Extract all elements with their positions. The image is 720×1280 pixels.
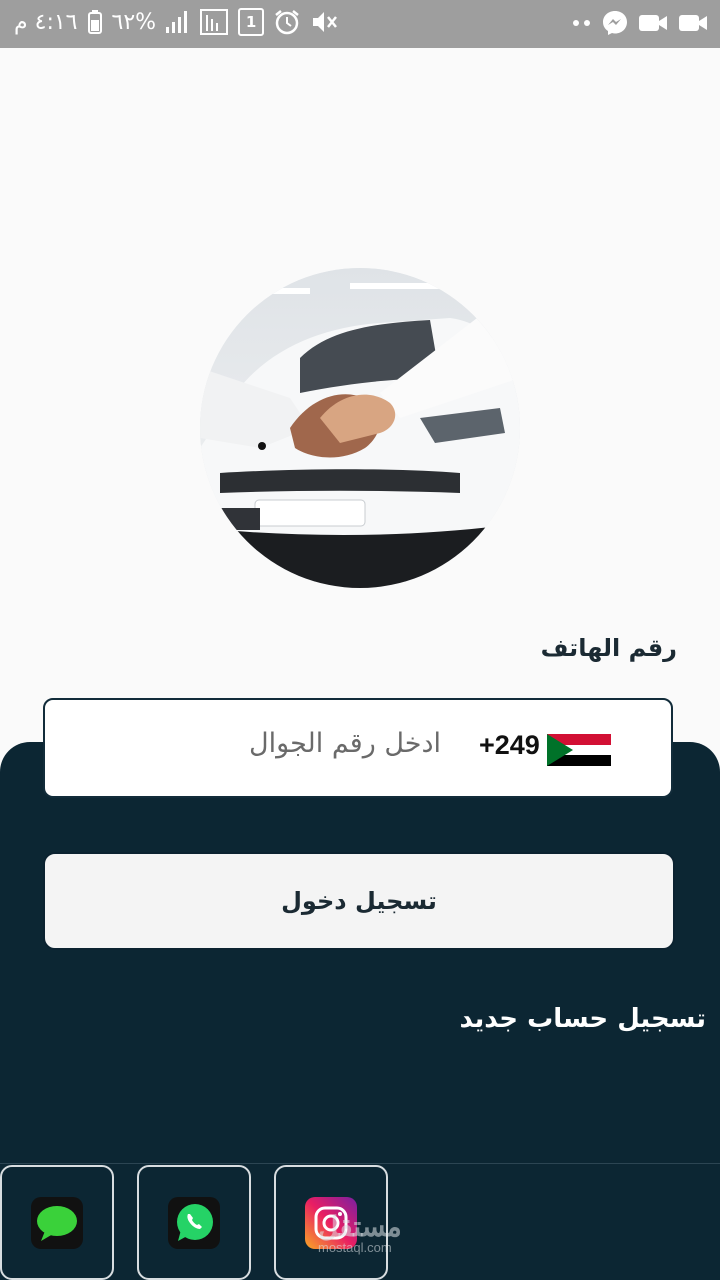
whatsapp-icon xyxy=(168,1196,220,1249)
sudan-flag-icon[interactable] xyxy=(547,734,611,766)
country-code[interactable]: +249 xyxy=(479,730,540,761)
register-link[interactable]: تسجيل حساب جديد xyxy=(459,1004,706,1034)
phone-label: رقم الهاتف xyxy=(540,634,677,662)
data-icon xyxy=(200,9,229,35)
dots-icon xyxy=(572,19,592,27)
login-button[interactable]: تسجيل دخول xyxy=(43,852,675,950)
video-icon xyxy=(678,12,708,34)
status-bar: ٤:١٦ م ٦٢% 1 xyxy=(0,0,720,48)
sms-chat-icon xyxy=(31,1196,83,1249)
phone-input-field[interactable]: +249 ادخل رقم الجوال xyxy=(43,698,673,798)
sim-badge: 1 xyxy=(245,13,257,31)
messenger-icon xyxy=(602,10,628,36)
status-left: ٤:١٦ م ٦٢% 1 xyxy=(14,8,338,36)
alarm-icon xyxy=(274,9,300,35)
watermark-arabic: مستقل xyxy=(318,1211,402,1242)
signal-icon xyxy=(166,11,190,33)
status-right xyxy=(572,10,708,36)
handshake-car-illustration xyxy=(200,268,520,588)
hero-image-handshake-car xyxy=(200,268,520,588)
battery-icon xyxy=(87,10,102,34)
phone-placeholder: ادخل رقم الجوال xyxy=(249,728,441,759)
divider xyxy=(0,1163,720,1164)
sim-icon: 1 xyxy=(238,8,265,36)
watermark-latin: mostaql.com xyxy=(318,1240,392,1255)
status-time: ٤:١٦ م xyxy=(14,9,78,35)
whatsapp-button[interactable] xyxy=(137,1165,251,1280)
messages-button[interactable] xyxy=(0,1165,114,1280)
mute-icon xyxy=(310,9,338,35)
watermark: مستقل mostaql.com xyxy=(318,1211,402,1256)
video-icon xyxy=(638,12,668,34)
battery-percent: ٦٢% xyxy=(111,9,157,35)
